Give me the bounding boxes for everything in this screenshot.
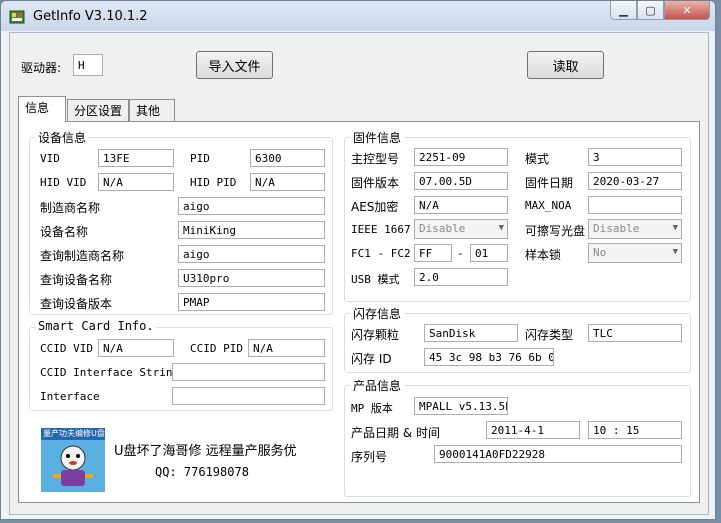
ccid-pid-label: CCID PID <box>190 342 243 355</box>
hid-vid-field[interactable]: N/A <box>98 173 174 191</box>
fw-date-field[interactable]: 2020-03-27 <box>588 172 682 190</box>
product-date-label: 产品日期 & 时间 <box>351 426 440 440</box>
vendor-field[interactable]: aigo <box>178 197 325 215</box>
product-time-field[interactable]: 10 : 15 <box>588 421 682 439</box>
ad-badge-text: 量产功夫编修U盘 <box>43 429 105 438</box>
smart-card-group: Smart Card Info. CCID VID N/A CCID PID N… <box>29 319 333 411</box>
product-field[interactable]: MiniKing <box>178 221 325 239</box>
pid-label: PID <box>190 152 210 165</box>
vid-field[interactable]: 13FE <box>98 149 174 167</box>
ccid-vid-label: CCID VID <box>40 342 93 355</box>
drive-field[interactable]: H <box>73 54 103 76</box>
flash-chip-field[interactable]: SanDisk <box>424 324 518 342</box>
device-info-group: 设备信息 VID 13FE PID 6300 HID VID N/A HID P… <box>29 129 333 315</box>
hid-vid-label: HID VID <box>40 176 87 189</box>
query-vendor-label: 查询制造商名称 <box>40 249 125 263</box>
minimize-button[interactable]: ▁ <box>610 1 637 20</box>
cdrom-label: 可擦写光盘 <box>525 224 586 238</box>
vendor-label: 制造商名称 <box>40 201 101 215</box>
fc-separator: - <box>457 247 464 260</box>
maximize-button[interactable]: ▢ <box>637 1 664 20</box>
firmware-title: 固件信息 <box>351 129 404 146</box>
hid-pid-field[interactable]: N/A <box>250 173 325 191</box>
drive-label: 驱动器: <box>21 61 62 75</box>
serial-label: 序列号 <box>351 450 388 464</box>
query-product-label: 查询设备名称 <box>40 273 113 287</box>
iface-field[interactable] <box>172 387 325 405</box>
chevron-down-icon: ▼ <box>498 223 504 233</box>
tab-partition[interactable]: 分区设置 <box>67 99 129 121</box>
ad-line2: QQ: 776198078 <box>155 465 249 479</box>
client-area: 驱动器: H 导入文件 读取 信息 分区设置 其他 设备信息 VID 13FE … <box>9 32 709 515</box>
controller-label: 主控型号 <box>351 152 400 166</box>
fw-version-field[interactable]: 07.00.5D <box>414 172 508 190</box>
query-vendor-field[interactable]: aigo <box>178 245 325 263</box>
product-date-field[interactable]: 2011-4-1 <box>486 421 580 439</box>
maximize-icon: ▢ <box>645 3 656 17</box>
ad-line1: U盘坏了海哥修 远程量产服务优 <box>114 444 297 459</box>
iface-string-field[interactable] <box>172 363 325 381</box>
read-button[interactable]: 读取 <box>527 51 604 79</box>
flash-id-label: 闪存 ID <box>351 352 392 366</box>
aes-label: AES加密 <box>351 200 399 214</box>
max-noa-label: MAX_NOA <box>525 199 572 212</box>
flash-group: 闪存信息 闪存颗粒 SanDisk 闪存类型 TLC 闪存 ID 45 3c 9… <box>344 305 691 373</box>
flash-chip-label: 闪存颗粒 <box>351 328 400 342</box>
device-info-title: 设备信息 <box>36 129 89 146</box>
product-info-group: 产品信息 MP 版本 MPALL v5.13.5E 产品日期 & 时间 2011… <box>344 377 691 497</box>
title-bar[interactable]: GetInfo V3.10.1.2 ▁ ▢ ✕ <box>1 1 715 31</box>
product-info-title: 产品信息 <box>351 377 404 394</box>
ieee-dropdown[interactable]: Disable ▼ <box>414 219 508 239</box>
tab-other[interactable]: 其他 <box>129 99 175 121</box>
iface-label: Interface <box>40 390 100 403</box>
hid-pid-label: HID PID <box>190 176 237 189</box>
cdrom-dropdown[interactable]: Disable ▼ <box>588 219 682 239</box>
import-file-button[interactable]: 导入文件 <box>196 51 273 79</box>
mode-label: 模式 <box>525 152 550 166</box>
fw-version-label: 固件版本 <box>351 176 400 190</box>
info-panel: 设备信息 VID 13FE PID 6300 HID VID N/A HID P… <box>18 121 700 503</box>
firmware-group: 固件信息 主控型号 2251-09 模式 3 固件版本 07.00.5D 固件日… <box>344 129 691 302</box>
chevron-down-icon: ▼ <box>672 247 678 257</box>
product-label: 设备名称 <box>40 225 89 239</box>
ccid-vid-field[interactable]: N/A <box>98 339 174 357</box>
query-rev-field[interactable]: PMAP <box>178 293 325 311</box>
close-button[interactable]: ✕ <box>664 1 710 20</box>
aes-field[interactable]: N/A <box>414 196 508 214</box>
sample-lock-dropdown[interactable]: No ▼ <box>588 243 682 263</box>
ccid-pid-field[interactable]: N/A <box>248 339 325 357</box>
app-window: GetInfo V3.10.1.2 ▁ ▢ ✕ 驱动器: H 导入文件 读取 信… <box>0 0 716 520</box>
pid-field[interactable]: 6300 <box>250 149 325 167</box>
close-icon: ✕ <box>682 3 692 17</box>
flash-type-label: 闪存类型 <box>525 328 574 342</box>
flash-type-field[interactable]: TLC <box>588 324 682 342</box>
ieee-label: IEEE 1667 <box>351 223 411 236</box>
tab-info[interactable]: 信息 <box>18 96 66 122</box>
window-title: GetInfo V3.10.1.2 <box>33 9 148 24</box>
usb-mode-field[interactable]: 2.0 <box>414 268 508 286</box>
sample-lock-label: 样本锁 <box>525 248 562 262</box>
fc1-field[interactable]: FF <box>414 244 452 262</box>
max-noa-field[interactable] <box>588 196 682 214</box>
vid-label: VID <box>40 152 60 165</box>
iface-string-label: CCID Interface String <box>40 366 180 379</box>
fc-label: FC1 - FC2 <box>351 247 411 260</box>
flash-title: 闪存信息 <box>351 305 404 322</box>
ad-badge: 量产功夫编修U盘 <box>41 428 105 492</box>
serial-field[interactable]: 9000141A0FD22928 <box>434 445 682 463</box>
mp-version-label: MP 版本 <box>351 402 393 415</box>
usb-mode-label: USB 模式 <box>351 273 400 286</box>
app-icon <box>9 10 25 24</box>
fw-date-label: 固件日期 <box>525 176 574 190</box>
fc2-field[interactable]: 01 <box>470 244 508 262</box>
mp-version-field[interactable]: MPALL v5.13.5E <box>414 397 508 415</box>
minimize-icon: ▁ <box>619 3 628 17</box>
chevron-down-icon: ▼ <box>672 223 678 233</box>
flash-id-field[interactable]: 45 3c 98 b3 76 6b 00 <box>424 348 554 366</box>
query-product-field[interactable]: U310pro <box>178 269 325 287</box>
query-rev-label: 查询设备版本 <box>40 297 113 311</box>
controller-field[interactable]: 2251-09 <box>414 148 508 166</box>
smart-card-title: Smart Card Info. <box>36 319 156 333</box>
mode-field[interactable]: 3 <box>588 148 682 166</box>
